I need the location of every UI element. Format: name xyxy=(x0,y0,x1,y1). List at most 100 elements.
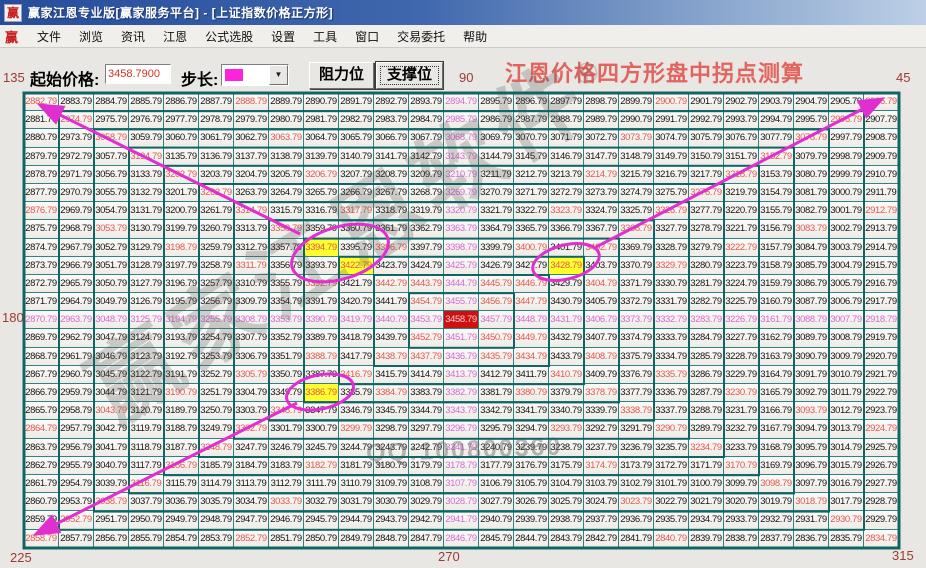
menu-item-2[interactable]: 浏览 xyxy=(70,26,112,47)
grid-cell: 3446.79 xyxy=(514,275,549,293)
menu-item-10[interactable]: 帮助 xyxy=(454,26,496,47)
menu-item-1[interactable]: 文件 xyxy=(28,26,70,47)
grid-cell: 3223.79 xyxy=(724,257,759,275)
grid-cell: 3210.79 xyxy=(444,166,479,184)
grid-cell: 3177.79 xyxy=(479,457,514,475)
grid-cell: 2964.79 xyxy=(59,293,94,311)
grid-cell: 3016.79 xyxy=(829,475,864,493)
grid-cell: 2935.79 xyxy=(654,511,689,529)
step-color-dropdown[interactable]: ▼ xyxy=(221,64,289,86)
grid-cell: 3185.79 xyxy=(199,457,234,475)
grid-cell: 3146.79 xyxy=(549,148,584,166)
grid-cell: 3409.79 xyxy=(584,366,619,384)
grid-cell: 3423.79 xyxy=(374,257,409,275)
grid-cell: 3124.79 xyxy=(129,329,164,347)
grid-cell: 3090.79 xyxy=(794,348,829,366)
grid-cell: 2877.79 xyxy=(24,184,59,202)
grid-cell: 3144.79 xyxy=(479,148,514,166)
grid-cell: 3141.79 xyxy=(374,148,409,166)
grid-cell: 3268.79 xyxy=(409,184,444,202)
chevron-down-icon[interactable]: ▼ xyxy=(269,65,288,85)
grid-cell: 3181.79 xyxy=(339,457,374,475)
grid-cell: 3126.79 xyxy=(129,293,164,311)
grid-cell: 3318.79 xyxy=(374,202,409,220)
grid-cell: 2917.79 xyxy=(864,293,899,311)
grid-cell: 3213.79 xyxy=(549,166,584,184)
grid-cell: 3042.79 xyxy=(94,420,129,438)
grid-cell: 3429.79 xyxy=(549,275,584,293)
menu-item-3[interactable]: 资讯 xyxy=(112,26,154,47)
grid-cell: 3374.79 xyxy=(619,329,654,347)
grid-cell: 3291.79 xyxy=(619,420,654,438)
start-price-input[interactable] xyxy=(105,64,171,84)
support-button[interactable]: 支撑位 xyxy=(376,62,443,89)
grid-cell: 2946.79 xyxy=(269,511,304,529)
grid-cell: 3436.79 xyxy=(444,348,479,366)
menu-item-5[interactable]: 公式选股 xyxy=(196,26,262,47)
grid-cell: 2904.79 xyxy=(794,93,829,111)
grid-cell: 2890.79 xyxy=(304,93,339,111)
grid-cell: 3355.79 xyxy=(269,275,304,293)
grid-cell: 2945.79 xyxy=(304,511,339,529)
grid-cell: 3428.79 xyxy=(549,257,584,275)
grid-cell: 3403.79 xyxy=(584,257,619,275)
grid-cell: 3441.79 xyxy=(374,293,409,311)
grid-cell: 3176.79 xyxy=(514,457,549,475)
grid-cell: 3091.79 xyxy=(794,366,829,384)
grid-cell: 2975.79 xyxy=(94,111,129,129)
grid-cell: 3149.79 xyxy=(654,148,689,166)
grid-cell: 2985.79 xyxy=(444,111,479,129)
grid-cell: 2948.79 xyxy=(199,511,234,529)
grid-cell: 3457.79 xyxy=(479,311,514,329)
grid-cell: 3111.79 xyxy=(304,475,339,493)
grid-cell: 3269.79 xyxy=(444,184,479,202)
grid-cell: 3071.79 xyxy=(549,129,584,147)
grid-cell: 3282.79 xyxy=(689,293,724,311)
grid-cell: 3450.79 xyxy=(479,329,514,347)
menu-item-8[interactable]: 窗口 xyxy=(346,26,388,47)
grid-cell: 3341.79 xyxy=(514,402,549,420)
grid-cell: 3437.79 xyxy=(409,348,444,366)
grid-cell: 3313.79 xyxy=(234,220,269,238)
menu-item-6[interactable]: 设置 xyxy=(262,26,304,47)
grid-cell: 3406.79 xyxy=(584,311,619,329)
grid-cell: 3062.79 xyxy=(234,129,269,147)
grid-cell: 3301.79 xyxy=(269,420,304,438)
grid-cell: 2990.79 xyxy=(619,111,654,129)
grid-cell: 3020.79 xyxy=(724,493,759,511)
grid-cell: 3092.79 xyxy=(794,384,829,402)
menu-item-7[interactable]: 工具 xyxy=(304,26,346,47)
grid-cell: 3371.79 xyxy=(619,275,654,293)
grid-cell: 3138.79 xyxy=(269,148,304,166)
grid-cell: 2897.79 xyxy=(549,93,584,111)
grid-cell: 3407.79 xyxy=(584,329,619,347)
grid-cell: 3031.79 xyxy=(339,493,374,511)
grid-cell: 3199.79 xyxy=(164,220,199,238)
grid-cell: 3379.79 xyxy=(549,384,584,402)
grid-cell: 3160.79 xyxy=(759,293,794,311)
grid-cell: 2855.79 xyxy=(129,530,164,548)
grid-cell: 2856.79 xyxy=(94,530,129,548)
grid-cell: 3029.79 xyxy=(409,493,444,511)
grid-cell: 3206.79 xyxy=(304,166,339,184)
grid-cell: 3365.79 xyxy=(514,220,549,238)
grid-cell: 3335.79 xyxy=(654,366,689,384)
gann-grid-wrap: 2882.792883.792884.792885.792886.792887.… xyxy=(24,93,899,548)
grid-cell: 3458.79 xyxy=(444,311,479,329)
grid-cell: 2938.79 xyxy=(549,511,584,529)
grid-cell: 2891.79 xyxy=(339,93,374,111)
resistance-button[interactable]: 阻力位 xyxy=(309,62,374,89)
grid-cell: 2969.79 xyxy=(59,202,94,220)
grid-cell: 3442.79 xyxy=(374,275,409,293)
grid-cell: 3004.79 xyxy=(829,257,864,275)
grid-cell: 2875.79 xyxy=(24,220,59,238)
grid-cell: 2957.79 xyxy=(59,420,94,438)
grid-cell: 2932.79 xyxy=(759,511,794,529)
menu-item-9[interactable]: 交易委托 xyxy=(388,26,454,47)
grid-cell: 3362.79 xyxy=(409,220,444,238)
grid-cell: 2916.79 xyxy=(864,275,899,293)
menu-item-4[interactable]: 江恩 xyxy=(154,26,196,47)
grid-cell: 3188.79 xyxy=(164,420,199,438)
grid-cell: 3113.79 xyxy=(234,475,269,493)
grid-cell: 2959.79 xyxy=(59,384,94,402)
